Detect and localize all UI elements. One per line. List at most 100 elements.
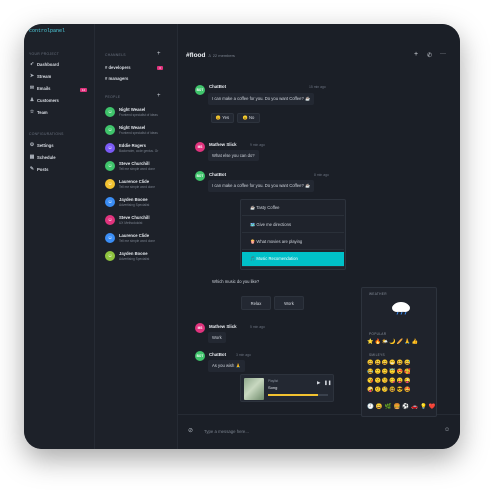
nav-schedule[interactable]: ▦ Schedule xyxy=(29,153,56,161)
channel-title: #flood xyxy=(186,52,206,59)
add-person-button[interactable]: + xyxy=(157,93,161,99)
avatar: ☺ xyxy=(105,251,115,261)
message-time: 8 min ago xyxy=(314,173,329,177)
message-text: As you wish 🙏 xyxy=(208,360,245,372)
send-icon: ➤ xyxy=(29,73,35,79)
more-icon[interactable]: ··· xyxy=(440,51,446,57)
gear-icon: ⚙ xyxy=(29,142,35,148)
nav-team[interactable]: ☆ Team xyxy=(29,108,48,116)
person-item[interactable]: ☺ Eddie Rogers Backender, code genius. G… xyxy=(105,142,175,157)
user-avatar: MS xyxy=(195,142,205,152)
pencil-icon: ✎ xyxy=(29,166,35,172)
message-text: Which music do you like? xyxy=(212,279,260,284)
message-text: I can make a coffee for you. Do you want… xyxy=(208,93,315,105)
members-count[interactable]: ♙ 22 members xyxy=(208,53,235,58)
emoji-picker: WEATHER POPULAR ⭐🔥🌤️🌙🥖🙏👍 SMILEYS 😀😃😄😁😆😅 … xyxy=(361,287,437,417)
playlist-label: Playlist xyxy=(268,379,279,383)
reply-yes-button[interactable]: 😊 Yes xyxy=(211,113,234,123)
avatar: ☺ xyxy=(105,107,115,117)
message-author: ChatBot xyxy=(209,352,227,357)
message-author: ChatBot xyxy=(209,172,227,177)
brand-logo[interactable]: controlpanel xyxy=(29,28,65,34)
add-channel-button[interactable]: + xyxy=(157,51,161,57)
rain-cloud-icon[interactable] xyxy=(390,300,412,315)
person-item[interactable]: ☺ Night Weasel Frontend specialist of id… xyxy=(105,124,175,139)
message-time: 5 min ago xyxy=(250,325,265,329)
song-title: Song xyxy=(268,385,278,390)
user-avatar: MS xyxy=(195,323,205,333)
smiley-row[interactable]: 😂🙂😊😇😍🥰 xyxy=(367,369,412,375)
bot-avatar: BOT xyxy=(195,351,205,361)
app-window: controlpanel YOUR PROJECT ➶ Dashboard ➤ … xyxy=(24,24,460,449)
reply-no-button[interactable]: 😐 No xyxy=(237,113,260,123)
bot-options-menu: ☕ Tasty Coffee 🗺️ Give me directions 🍿 W… xyxy=(240,199,346,270)
emoji-icon[interactable]: ☺ xyxy=(444,427,450,433)
pause-icon[interactable]: ❚❚ xyxy=(324,380,332,386)
message-text: I can make a coffee for you. Do you want… xyxy=(208,180,315,192)
album-art xyxy=(244,378,264,400)
option-music[interactable]: 🎵 Music Recomendation xyxy=(242,252,344,267)
people-title: PEOPLE xyxy=(105,95,121,99)
nav-customers[interactable]: ♟ Customers xyxy=(29,96,59,104)
smiley-row[interactable]: 😀😃😄😁😆😅 xyxy=(367,360,412,366)
avatar: ☺ xyxy=(105,179,115,189)
star-icon: ☆ xyxy=(29,109,35,115)
message-composer: ⊘ Type a message here... ☺ xyxy=(178,414,460,449)
option-tasty-coffee[interactable]: ☕ Tasty Coffee xyxy=(242,201,344,216)
nav-stream[interactable]: ➤ Stream xyxy=(29,72,51,80)
emails-count-badge: 12 xyxy=(80,88,87,92)
person-item[interactable]: ☺ Jayden Boone Advertising Specialist xyxy=(105,250,175,265)
message-time: 9 min ago xyxy=(250,143,265,147)
attachment-icon[interactable]: ⊘ xyxy=(188,427,193,434)
calendar-icon: ▦ xyxy=(29,154,35,160)
phone-icon[interactable]: ✆ xyxy=(427,52,432,59)
message-input[interactable]: Type a message here... xyxy=(204,429,249,434)
bot-avatar: BOT xyxy=(195,85,205,95)
option-directions[interactable]: 🗺️ Give me directions xyxy=(242,218,344,233)
music-player[interactable]: Playlist Song ▶ ❚❚ xyxy=(240,374,334,402)
nav-dashboard[interactable]: ➶ Dashboard xyxy=(29,60,59,68)
channels-panel: CHANNELS + # developers 3 # managers PEO… xyxy=(95,24,178,449)
nav-emails[interactable]: ✉ Emails xyxy=(29,84,51,92)
message-author: Mathew Slick xyxy=(209,142,237,147)
play-icon[interactable]: ▶ xyxy=(317,380,320,386)
progress-fill xyxy=(268,394,318,396)
message-time: 3 min ago xyxy=(236,353,251,357)
person-item[interactable]: ☺ Jayden Boone Advertising Specialist xyxy=(105,196,175,211)
message-time: 15 min ago xyxy=(309,85,326,89)
smiley-row[interactable]: 🤪🤨🧐🤓😎🤩 xyxy=(367,387,412,393)
message-text: What else you can do? xyxy=(208,150,259,161)
avatar: ☺ xyxy=(105,197,115,207)
popular-section-title: POPULAR xyxy=(369,332,387,336)
channel-managers[interactable]: # managers xyxy=(105,76,128,81)
reply-work-button[interactable]: Work xyxy=(274,296,304,310)
avatar: ☺ xyxy=(105,215,115,225)
person-item[interactable]: ☺ Night Weasel Frontend specialist of id… xyxy=(105,106,175,121)
add-icon[interactable]: + xyxy=(414,51,418,58)
weather-section-title: WEATHER xyxy=(369,292,387,296)
emoji-category-tabs[interactable]: 🕘😀🌿🍔⚽🚗💡❤️ xyxy=(367,404,438,410)
mail-icon: ✉ xyxy=(29,85,35,91)
avatar: ☺ xyxy=(105,233,115,243)
rocket-icon: ➶ xyxy=(29,61,35,67)
avatar: ☺ xyxy=(105,161,115,171)
popular-emojis[interactable]: ⭐🔥🌤️🌙🥖🙏👍 xyxy=(367,339,419,345)
nav-settings[interactable]: ⚙ Settings xyxy=(29,141,54,149)
person-item[interactable]: ☺ Laurence Clide Tell me simple word don… xyxy=(105,232,175,247)
message-text: Work xyxy=(208,332,226,343)
main-sidebar: controlpanel YOUR PROJECT ➶ Dashboard ➤ … xyxy=(24,24,95,449)
smiley-row[interactable]: 😘😗😚😋😛😜 xyxy=(367,378,412,384)
bot-avatar: BOT xyxy=(195,171,205,181)
person-item[interactable]: ☺ Laurence Clide Tell me simple word don… xyxy=(105,178,175,193)
config-section-title: CONFIGURATIONS xyxy=(29,132,64,136)
users-icon: ♟ xyxy=(29,97,35,103)
person-item[interactable]: ☺ Steve Churchill UX Methodoloist xyxy=(105,214,175,229)
option-movies[interactable]: 🍿 What movies are playing xyxy=(242,235,344,250)
channel-developers[interactable]: # developers xyxy=(105,65,131,70)
person-item[interactable]: ☺ Steve Churchill Tell me simple word do… xyxy=(105,160,175,175)
smileys-section-title: SMILEYS xyxy=(369,353,385,357)
project-section-title: YOUR PROJECT xyxy=(29,52,60,56)
message-author: ChatBot xyxy=(209,84,227,89)
nav-posts[interactable]: ✎ Posts xyxy=(29,165,49,173)
reply-relax-button[interactable]: Relax xyxy=(241,296,271,310)
